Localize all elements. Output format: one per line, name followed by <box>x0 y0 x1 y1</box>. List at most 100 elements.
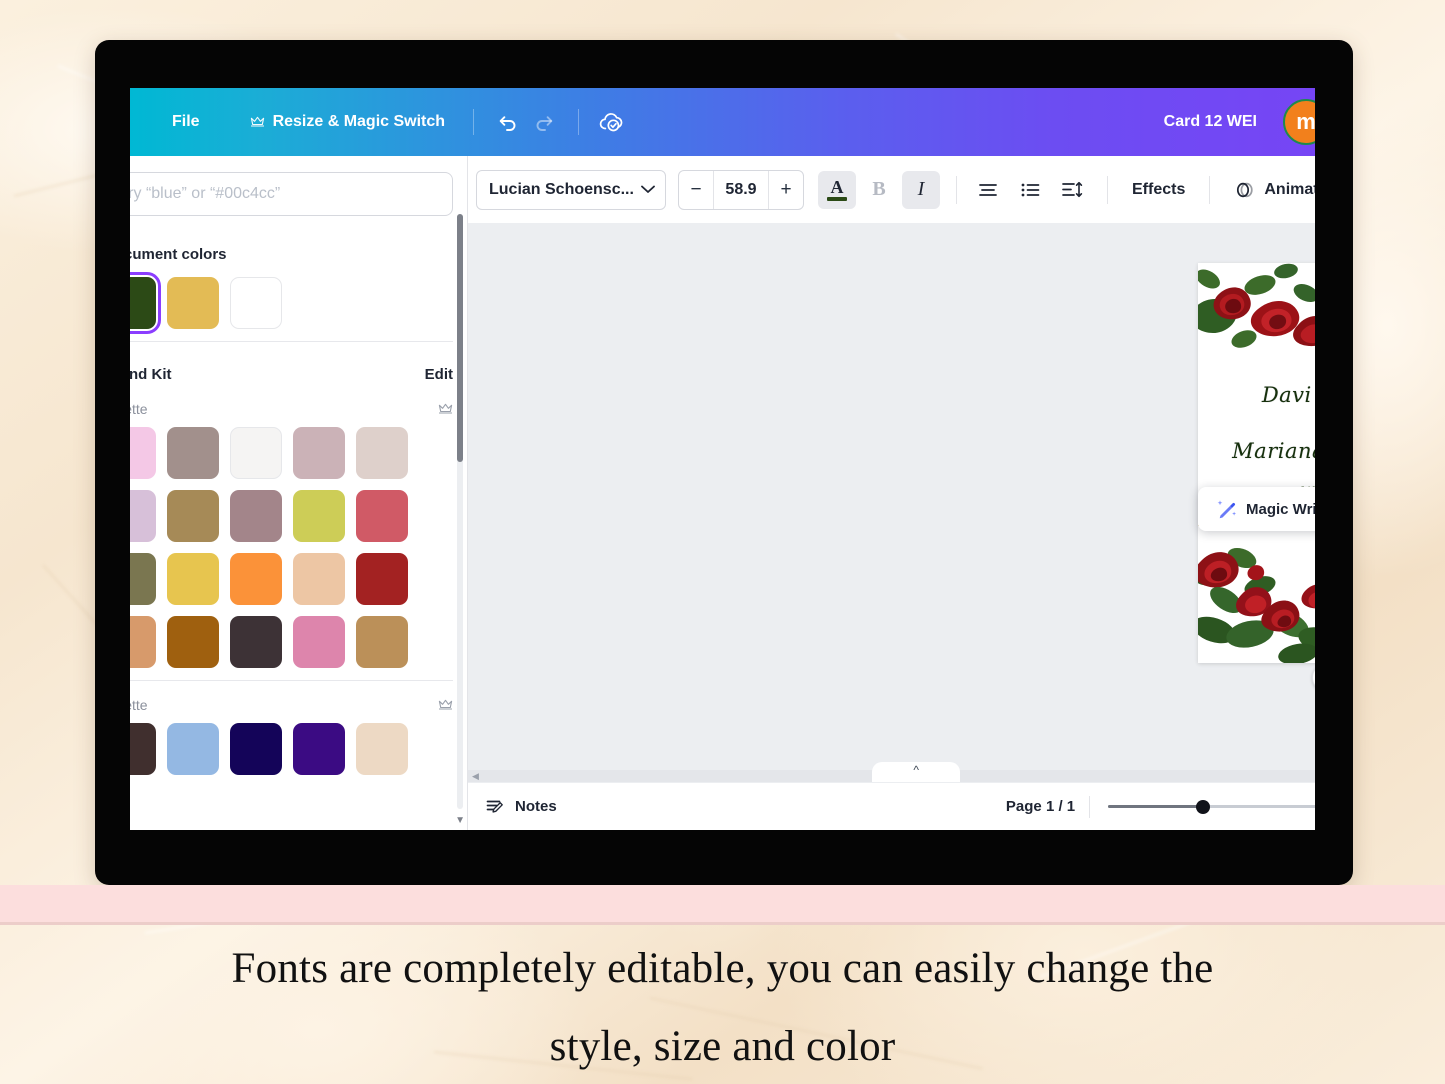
palette-2-header: Palette <box>130 681 453 723</box>
canva-editor-screen: File Resize & Magic Switch Card 12 WEI m <box>130 88 1315 830</box>
palette-swatch[interactable] <box>130 616 156 668</box>
toolbar-divider-2 <box>1107 175 1108 204</box>
text-format-toolbar: Lucian Schoensc... − 58.9 + A B I Effect… <box>468 156 1315 224</box>
card-name-1[interactable]: Davi Martinez <box>1198 383 1315 407</box>
caption-line-1: Fonts are completely editable, you can e… <box>231 945 1214 992</box>
palette-swatch[interactable] <box>167 553 219 605</box>
caption-line-2: style, size and color <box>549 1023 896 1070</box>
font-size-increase-button[interactable]: + <box>769 171 803 209</box>
animate-icon <box>1234 180 1256 200</box>
chevron-down-icon <box>641 185 655 194</box>
chevron-up-icon[interactable]: ^ <box>872 762 961 782</box>
palette-row <box>130 490 453 542</box>
text-color-icon[interactable]: A <box>818 170 856 209</box>
search-input[interactable] <box>130 185 438 203</box>
palette-swatch[interactable] <box>356 723 408 775</box>
zoom-slider-fill <box>1108 805 1205 808</box>
document-color-swatch[interactable] <box>167 277 219 329</box>
pink-divider-band <box>0 885 1445 925</box>
topbar-right-group: Card 12 WEI m <box>1164 99 1315 145</box>
palette-swatch[interactable] <box>167 616 219 668</box>
zoom-slider[interactable] <box>1108 798 1315 816</box>
palette-swatch[interactable] <box>356 490 408 542</box>
palette-swatch[interactable] <box>130 427 156 479</box>
notes-label: Notes <box>515 798 557 815</box>
bold-button[interactable]: B <box>860 171 898 209</box>
palette-row <box>130 553 453 605</box>
palette-swatch[interactable] <box>230 616 282 668</box>
notes-button[interactable]: Notes <box>486 797 557 817</box>
document-color-swatch[interactable] <box>130 272 161 334</box>
palette-1-title: Palette <box>130 401 148 417</box>
chevron-down-icon[interactable]: ▼ <box>455 815 465 826</box>
app-top-bar: File Resize & Magic Switch Card 12 WEI m <box>130 88 1315 156</box>
font-family-value: Lucian Schoensc... <box>489 180 634 198</box>
bottom-bar-right: Page 1 / 1 5 <box>1005 795 1315 818</box>
palette-swatch[interactable] <box>167 723 219 775</box>
palette-swatch[interactable] <box>167 427 219 479</box>
crown-icon <box>438 403 453 415</box>
font-size-stepper: − 58.9 + <box>678 169 804 210</box>
palette-swatch[interactable] <box>356 553 408 605</box>
palette-2-title: Palette <box>130 697 148 713</box>
search-area <box>130 156 467 224</box>
scroll-left-icon[interactable]: ◀ <box>472 771 479 782</box>
effects-button[interactable]: Effects <box>1120 173 1197 207</box>
undo-icon[interactable] <box>488 103 526 141</box>
italic-button[interactable]: I <box>902 170 940 209</box>
document-color-swatch[interactable] <box>230 277 282 329</box>
page-indicator: Page 1 / 1 <box>1005 798 1076 815</box>
palette-swatch[interactable] <box>293 490 345 542</box>
search-box[interactable] <box>130 172 453 216</box>
toolbar-divider-1 <box>956 175 957 204</box>
line-spacing-icon[interactable] <box>1053 171 1091 209</box>
align-left-icon[interactable] <box>969 171 1007 209</box>
magic-write-button[interactable]: Magic Write <box>1208 493 1315 525</box>
redo-icon[interactable] <box>526 103 564 141</box>
palette-swatch[interactable] <box>293 427 345 479</box>
animate-button[interactable]: Animate <box>1222 172 1315 208</box>
palette-swatch[interactable] <box>293 616 345 668</box>
font-family-select[interactable]: Lucian Schoensc... <box>476 169 666 210</box>
palette-swatch[interactable] <box>230 427 282 479</box>
canvas-area[interactable]: Davi Martinez & Mariana Napolitani SAVE … <box>468 224 1315 782</box>
palette-swatch[interactable] <box>167 490 219 542</box>
toolbar-divider-3 <box>1209 175 1211 204</box>
palette-swatch[interactable] <box>293 553 345 605</box>
avatar[interactable]: m <box>1283 99 1315 145</box>
menu-file[interactable]: File <box>158 105 214 139</box>
palette-swatch[interactable] <box>130 490 156 542</box>
brand-kit-section: Brand Kit Edit Palette <box>130 342 467 775</box>
palette-swatch[interactable] <box>230 553 282 605</box>
palette-row <box>130 427 453 479</box>
bottom-status-bar: Notes Page 1 / 1 5 <box>468 782 1315 830</box>
palette-swatch[interactable] <box>230 490 282 542</box>
rose-border-bottom <box>1198 538 1315 663</box>
rotate-icon[interactable] <box>1312 663 1315 692</box>
palette-swatch[interactable] <box>356 427 408 479</box>
document-colors-section: Document colors <box>130 224 467 342</box>
element-float-toolbar: Magic Write <box>1198 487 1315 531</box>
animate-label: Animate <box>1264 180 1315 198</box>
caption-block: Fonts are completely editable, you can e… <box>0 930 1445 1084</box>
topbar-divider-1 <box>473 109 475 135</box>
palette-swatch[interactable] <box>130 723 156 775</box>
rose-border-top <box>1198 263 1315 351</box>
palette-swatch[interactable] <box>293 723 345 775</box>
brand-kit-edit-button[interactable]: Edit <box>425 366 453 383</box>
menu-resize-magic-switch[interactable]: Resize & Magic Switch <box>236 105 460 139</box>
document-title[interactable]: Card 12 WEI <box>1164 113 1257 131</box>
brand-kit-title: Brand Kit <box>130 366 172 383</box>
cloud-check-icon[interactable] <box>593 103 631 141</box>
zoom-slider-knob[interactable] <box>1196 799 1211 814</box>
palette-swatch[interactable] <box>356 616 408 668</box>
bullet-list-icon[interactable] <box>1011 171 1049 209</box>
document-colors-title: Document colors <box>130 246 227 263</box>
card-name-2[interactable]: Mariana Napolitani <box>1198 439 1315 463</box>
font-size-decrease-button[interactable]: − <box>679 171 713 209</box>
palette-swatch[interactable] <box>130 553 156 605</box>
font-size-input[interactable]: 58.9 <box>713 170 769 209</box>
panel-scrollbar-thumb[interactable] <box>457 214 463 462</box>
design-card-page[interactable]: Davi Martinez & Mariana Napolitani SAVE … <box>1198 263 1315 663</box>
palette-swatch[interactable] <box>230 723 282 775</box>
